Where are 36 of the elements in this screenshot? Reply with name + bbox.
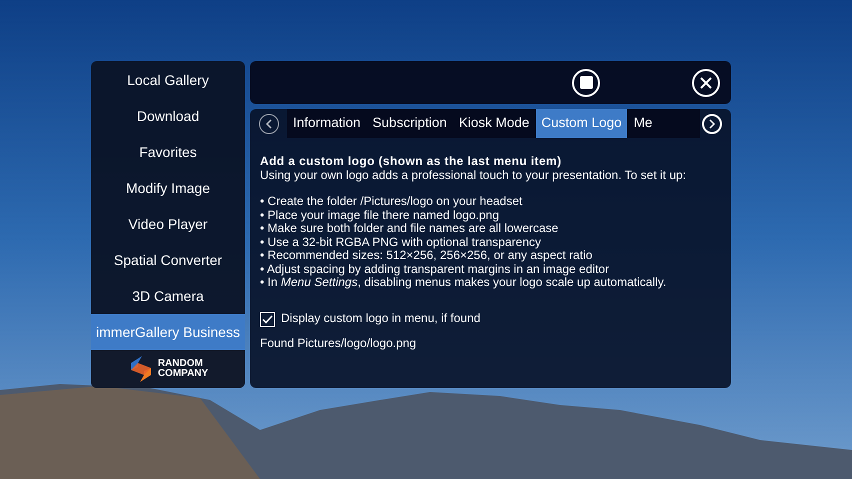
scroll-right-button[interactable] bbox=[702, 114, 722, 134]
sidebar-item[interactable]: Download bbox=[91, 98, 245, 134]
intro-text: Using your own logo adds a professional touch to your presentation. To set it up: bbox=[260, 168, 688, 182]
stop-button[interactable] bbox=[572, 68, 600, 96]
instruction-item: • Recommended sizes: 512×256, 256×256, or any aspect ratio bbox=[260, 249, 594, 262]
sidebar-item[interactable]: 3D Camera bbox=[91, 278, 245, 314]
chevron-right-icon bbox=[708, 118, 716, 128]
sidebar-item[interactable]: Favorites bbox=[91, 134, 245, 170]
checkbox-label: Display custom logo in menu, if found bbox=[281, 312, 480, 326]
checkbox[interactable] bbox=[260, 312, 275, 326]
tab[interactable]: Me bbox=[628, 109, 658, 138]
logo-text: COMPANY bbox=[158, 369, 208, 379]
instruction-item: • Create the folder /Pictures/logo on your headset bbox=[260, 195, 524, 208]
logo-text: RANDOM bbox=[158, 359, 204, 369]
close-icon bbox=[700, 76, 712, 88]
status-text: Found Pictures/logo/logo.png bbox=[260, 336, 418, 350]
instruction-item: • Use a 32-bit RGBA PNG with optional transparency bbox=[260, 236, 542, 249]
scroll-left-button[interactable] bbox=[259, 114, 279, 134]
sidebar-item[interactable]: Local Gallery bbox=[91, 62, 245, 98]
instruction-item: • In Menu Settings, disabling menus makes your logo scale up automatically. bbox=[260, 276, 668, 290]
sidebar-item[interactable]: Modify Image bbox=[91, 170, 245, 206]
tab[interactable]: Kiosk Mode bbox=[454, 109, 534, 138]
tab[interactable]: Information bbox=[288, 109, 366, 138]
instruction-item: • Place your image file there named logo.png bbox=[260, 208, 500, 222]
section-heading: Add a custom logo (shown as the last menu item) bbox=[260, 155, 562, 168]
tab[interactable]: Subscription bbox=[368, 109, 452, 138]
logo-checkbox[interactable]: Display custom logo in menu, if found bbox=[260, 312, 721, 326]
check-icon bbox=[262, 314, 273, 324]
sidebar-item[interactable]: immerGallery Business bbox=[91, 314, 245, 350]
tab[interactable]: Custom Logo bbox=[536, 109, 627, 138]
sidebar-item[interactable]: Spatial Converter bbox=[91, 242, 245, 278]
chevron-left-icon bbox=[265, 118, 273, 128]
sidebar-item[interactable]: Video Player bbox=[91, 206, 245, 242]
close-button[interactable] bbox=[692, 68, 720, 96]
instruction-item: • Make sure both folder and file names are all lowercase bbox=[260, 222, 560, 236]
instruction-item: • Adjust spacing by adding transparent margins in an image editor bbox=[260, 262, 610, 276]
